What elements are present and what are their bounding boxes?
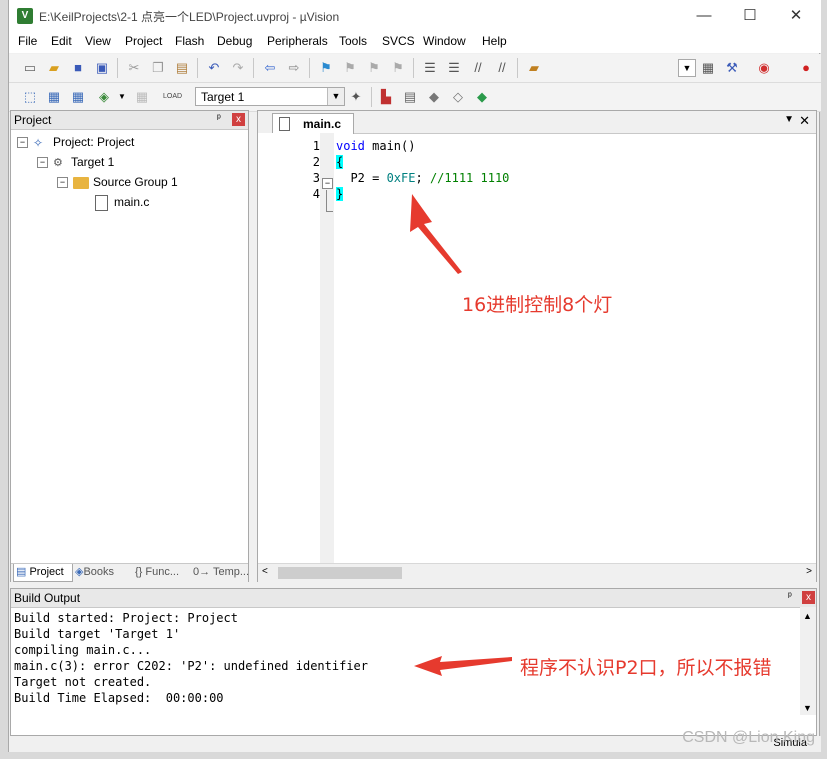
error-annotation: 程序不认识P2口，所以不报错 xyxy=(520,657,772,679)
annotation-layer xyxy=(410,194,512,676)
arrow-to-error-icon xyxy=(414,656,512,676)
watermark: CSDN @Lion King xyxy=(682,729,815,746)
hex-annotation: 16进制控制8个灯 xyxy=(462,294,613,316)
arrow-to-code-icon xyxy=(410,194,462,274)
